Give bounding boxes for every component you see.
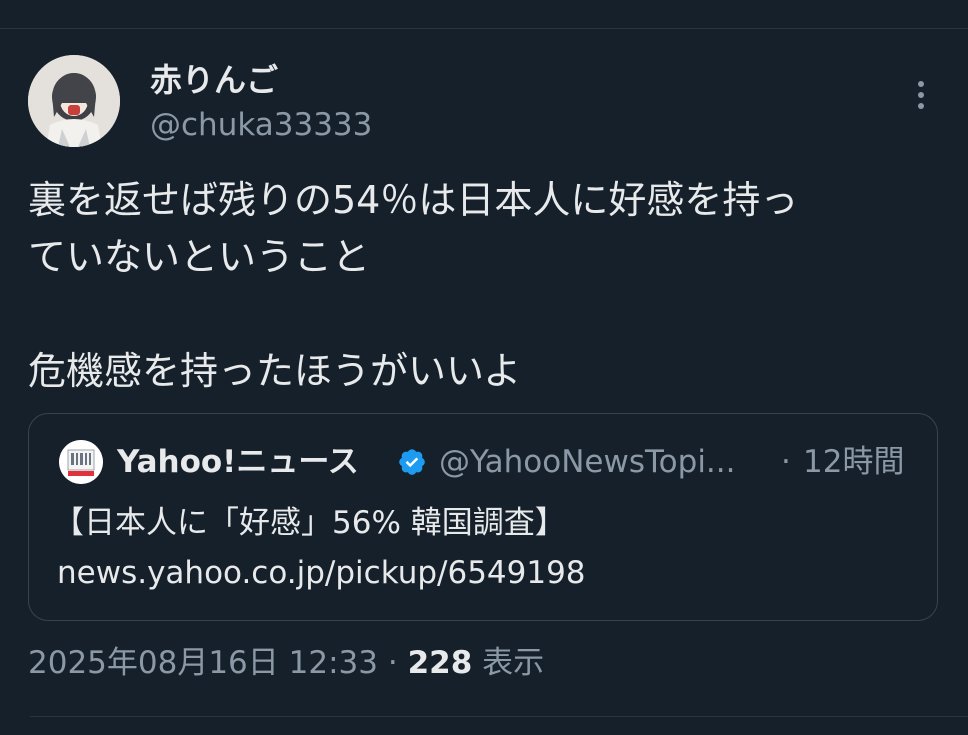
quote-avatar[interactable] [59,440,103,484]
verified-badge-icon [399,449,425,475]
avatar[interactable] [28,55,120,147]
quote-source-name[interactable]: Yahoo!ニュース [117,442,359,482]
avatar-illustration [28,55,120,147]
tweet-text-line: 危機感を持ったほうがいいよ [28,349,522,393]
tweet-timestamp[interactable]: 2025年08月16日 12:33 [28,645,378,681]
tweet-text-line: 裏を返せば残りの54％は日本人に好感を持っ [28,178,799,222]
bottom-divider [30,716,968,717]
views-label: 表示 [482,645,545,681]
more-button[interactable] [904,76,938,116]
tweet-text-line: ていないということ [28,235,371,279]
display-name[interactable]: 赤りんご [150,60,278,100]
quote-separator: · [781,444,791,480]
top-divider [0,28,968,29]
tweet-text: 裏を返せば残りの54％は日本人に好感を持っ ていないということ 危機感を持ったほ… [28,172,948,400]
user-handle[interactable]: @chuka33333 [150,105,372,145]
quote-time[interactable]: 12時間 [803,442,904,482]
quote-source-handle[interactable]: @YahooNewsTopi... [439,442,736,482]
views-count: 228 [407,645,473,681]
quote-tweet-card[interactable]: Yahoo!ニュース @YahooNewsTopi... · 12時間 【日本人… [28,413,938,621]
quote-title: 【日本人に「好感」56% 韓国調査】 [53,505,566,541]
tweet-meta: 2025年08月16日 12:33 · 228 表示 [28,642,544,684]
more-vertical-icon [918,81,924,109]
meta-separator: · [387,645,398,681]
yahoo-news-logo-icon [59,440,103,484]
quote-link[interactable]: news.yahoo.co.jp/pickup/6549198 [57,552,586,594]
